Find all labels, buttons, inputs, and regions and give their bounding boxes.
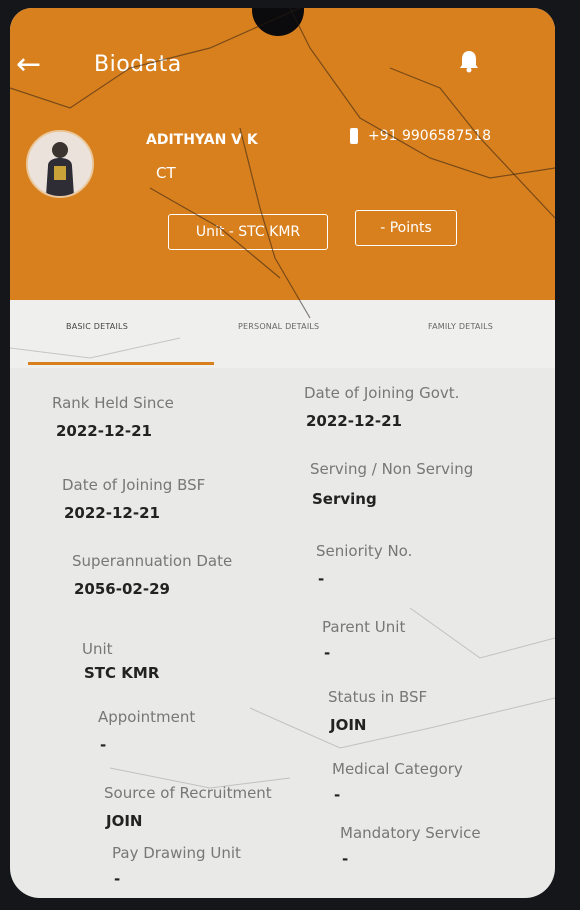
active-tab-indicator bbox=[28, 362, 214, 365]
rank-held-since-label: Rank Held Since bbox=[52, 394, 174, 412]
date-of-joining-govt-label: Date of Joining Govt. bbox=[304, 384, 460, 402]
seniority-no-label: Seniority No. bbox=[316, 542, 413, 560]
parent-unit-value: - bbox=[324, 644, 331, 662]
parent-unit-label: Parent Unit bbox=[322, 618, 406, 636]
avatar bbox=[26, 130, 94, 198]
medical-category-value: - bbox=[334, 786, 341, 804]
serving-status-label: Serving / Non Serving bbox=[310, 460, 474, 478]
tab-personal-details[interactable]: PERSONAL DETAILS bbox=[238, 322, 319, 331]
page-title: Biodata bbox=[94, 52, 182, 77]
profile-header: ← Biodata ADITHYAN V K CT +91 9906587518… bbox=[10, 8, 555, 300]
superannuation-date-value: 2056-02-29 bbox=[74, 580, 170, 598]
unit-button[interactable]: Unit - STC KMR bbox=[168, 214, 328, 250]
appointment-value: - bbox=[100, 736, 107, 754]
rank-held-since-value: 2022-12-21 bbox=[56, 422, 152, 440]
profile-rank: CT bbox=[156, 164, 176, 182]
pay-drawing-unit-value: - bbox=[114, 870, 121, 888]
bell-icon[interactable] bbox=[454, 46, 484, 76]
phone-number: +91 9906587518 bbox=[368, 128, 492, 144]
tab-basic-details[interactable]: BASIC DETAILS bbox=[66, 322, 128, 331]
pay-drawing-unit-label: Pay Drawing Unit bbox=[112, 844, 241, 862]
tab-family-details[interactable]: FAMILY DETAILS bbox=[428, 322, 493, 331]
source-of-recruitment-label: Source of Recruitment bbox=[104, 784, 272, 802]
date-of-joining-bsf-value: 2022-12-21 bbox=[64, 504, 160, 522]
unit-label: Unit bbox=[82, 640, 113, 658]
person-photo-icon bbox=[28, 132, 92, 196]
status-in-bsf-label: Status in BSF bbox=[328, 688, 428, 706]
date-of-joining-bsf-label: Date of Joining BSF bbox=[62, 476, 206, 494]
superannuation-date-label: Superannuation Date bbox=[72, 552, 233, 570]
medical-category-label: Medical Category bbox=[332, 760, 463, 778]
date-of-joining-govt-value: 2022-12-21 bbox=[306, 412, 402, 430]
phone-screen: ← Biodata ADITHYAN V K CT +91 9906587518… bbox=[10, 8, 555, 898]
mandatory-service-value: - bbox=[342, 850, 349, 868]
detail-tabs: BASIC DETAILS PERSONAL DETAILS FAMILY DE… bbox=[10, 300, 555, 368]
back-arrow-icon[interactable]: ← bbox=[16, 50, 56, 80]
serving-status-value: Serving bbox=[312, 490, 377, 508]
status-in-bsf-value: JOIN bbox=[330, 716, 367, 734]
profile-name: ADITHYAN V K bbox=[146, 132, 258, 148]
appointment-label: Appointment bbox=[98, 708, 196, 726]
phone-number-row: +91 9906587518 bbox=[350, 128, 491, 144]
seniority-no-value: - bbox=[318, 570, 325, 588]
mobile-phone-icon bbox=[350, 128, 358, 144]
points-button[interactable]: - Points bbox=[355, 210, 457, 246]
camera-notch bbox=[252, 8, 304, 36]
source-of-recruitment-value: JOIN bbox=[106, 812, 143, 830]
mandatory-service-label: Mandatory Service bbox=[340, 824, 481, 842]
unit-value: STC KMR bbox=[84, 664, 160, 682]
